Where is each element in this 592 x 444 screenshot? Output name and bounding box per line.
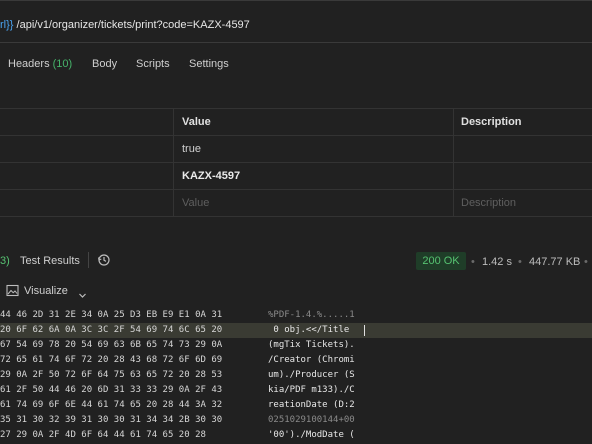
table-cell-value[interactable]: KAZX-4597 <box>182 170 240 182</box>
request-tabs: Headers (10) Body Scripts Settings <box>0 52 592 78</box>
hex-row: 67 54 69 78 20 54 69 63 6B 65 74 73 29 0… <box>0 338 592 353</box>
table-divider <box>0 135 592 136</box>
hex-row: 44 46 2D 31 2E 34 0A 25 D3 EB E9 E1 0A 3… <box>0 308 592 323</box>
hex-bytes: 67 54 69 78 20 54 69 63 6B 65 74 73 29 0… <box>0 340 223 350</box>
hex-ascii: %PDF-1.4.%.....1 <box>268 310 355 320</box>
column-divider <box>173 108 174 216</box>
hex-ascii: (mgTix Tickets). <box>268 340 355 350</box>
hex-ascii: '00')./ModDate ( <box>268 430 355 440</box>
tab-test-results[interactable]: Test Results <box>20 255 80 267</box>
new-value-placeholder[interactable]: Value <box>182 197 209 209</box>
hex-row: 35 31 30 32 39 31 30 30 31 34 34 2B 30 3… <box>0 413 592 428</box>
hex-ascii: 0 obj.<</Title <box>268 325 355 335</box>
hex-row: 29 0A 2F 50 72 6F 64 75 63 65 72 20 28 5… <box>0 368 592 383</box>
chevron-down-icon <box>78 287 87 305</box>
table-divider <box>0 189 592 190</box>
hex-ascii: 0251029100144+00 <box>268 415 355 425</box>
divider <box>88 252 89 268</box>
hex-bytes: 29 0A 2F 50 72 6F 64 75 63 65 72 20 28 5… <box>0 370 223 380</box>
hex-bytes: 27 29 0A 2F 4D 6F 64 44 61 74 65 20 28 <box>0 430 206 440</box>
hex-ascii: um)./Producer (S <box>268 370 355 380</box>
visualize-label: Visualize <box>24 285 68 297</box>
table-cell-value[interactable]: true <box>182 143 201 155</box>
hex-bytes: 72 65 61 74 6F 72 20 28 43 68 72 6F 6D 6… <box>0 355 223 365</box>
tab-scripts[interactable]: Scripts <box>136 58 170 70</box>
image-icon <box>6 284 19 302</box>
tab-body[interactable]: Body <box>92 58 117 70</box>
column-header-description: Description <box>461 116 522 128</box>
hex-bytes: 35 31 30 32 39 31 30 30 31 34 34 2B 30 3… <box>0 415 223 425</box>
hex-row-selected: 20 6F 62 6A 0A 3C 3C 2F 54 69 74 6C 65 2… <box>0 323 592 338</box>
tab-cookies-count[interactable]: 3) <box>0 255 10 267</box>
url-bar[interactable]: rl}} /api/v1/organizer/tickets/print?cod… <box>0 0 592 43</box>
table-divider <box>0 162 592 163</box>
separator-dot: • <box>518 256 522 268</box>
url-path: /api/v1/organizer/tickets/print?code=KAZ… <box>13 19 250 31</box>
response-size: 447.77 KB <box>529 256 581 268</box>
table-divider <box>0 108 592 109</box>
hex-ascii: reationDate (D:2 <box>268 400 355 410</box>
hex-row: 61 74 69 6F 6E 44 61 74 65 20 28 44 3A 3… <box>0 398 592 413</box>
separator-dot: • <box>471 256 475 268</box>
column-header-value: Value <box>182 116 211 128</box>
separator-dot: • <box>584 256 588 268</box>
hex-bytes: 20 6F 62 6A 0A 3C 3C 2F 54 69 74 6C 65 2… <box>0 325 223 335</box>
hex-bytes: 44 46 2D 31 2E 34 0A 25 D3 EB E9 E1 0A 3… <box>0 310 223 320</box>
text-cursor <box>364 325 365 336</box>
table-divider <box>0 216 592 217</box>
tab-headers-count: (10) <box>52 58 73 70</box>
hex-ascii: /Creator (Chromi <box>268 355 355 365</box>
tab-settings[interactable]: Settings <box>189 58 229 70</box>
tab-headers-label: Headers <box>8 58 50 70</box>
column-divider <box>453 108 454 216</box>
hex-ascii: kia/PDF m133)./C <box>268 385 355 395</box>
hex-bytes: 61 74 69 6F 6E 44 61 74 65 20 28 44 3A 3… <box>0 400 223 410</box>
new-description-placeholder[interactable]: Description <box>461 197 516 209</box>
response-time: 1.42 s <box>482 256 512 268</box>
tab-headers[interactable]: Headers (10) <box>8 58 72 70</box>
hex-row: 61 2F 50 44 46 20 6D 31 33 33 29 0A 2F 4… <box>0 383 592 398</box>
hex-bytes: 61 2F 50 44 46 20 6D 31 33 33 29 0A 2F 4… <box>0 385 223 395</box>
url-text[interactable]: rl}} /api/v1/organizer/tickets/print?cod… <box>0 19 250 31</box>
status-badge: 200 OK <box>416 252 466 270</box>
history-icon[interactable] <box>97 253 111 272</box>
hex-row: 72 65 61 74 6F 72 20 28 43 68 72 6F 6D 6… <box>0 353 592 368</box>
hex-viewer[interactable]: 44 46 2D 31 2E 34 0A 25 D3 EB E9 E1 0A 3… <box>0 306 592 444</box>
hex-row: 27 29 0A 2F 4D 6F 64 44 61 74 65 20 28 '0… <box>0 428 592 443</box>
url-variable: rl}} <box>0 19 14 31</box>
